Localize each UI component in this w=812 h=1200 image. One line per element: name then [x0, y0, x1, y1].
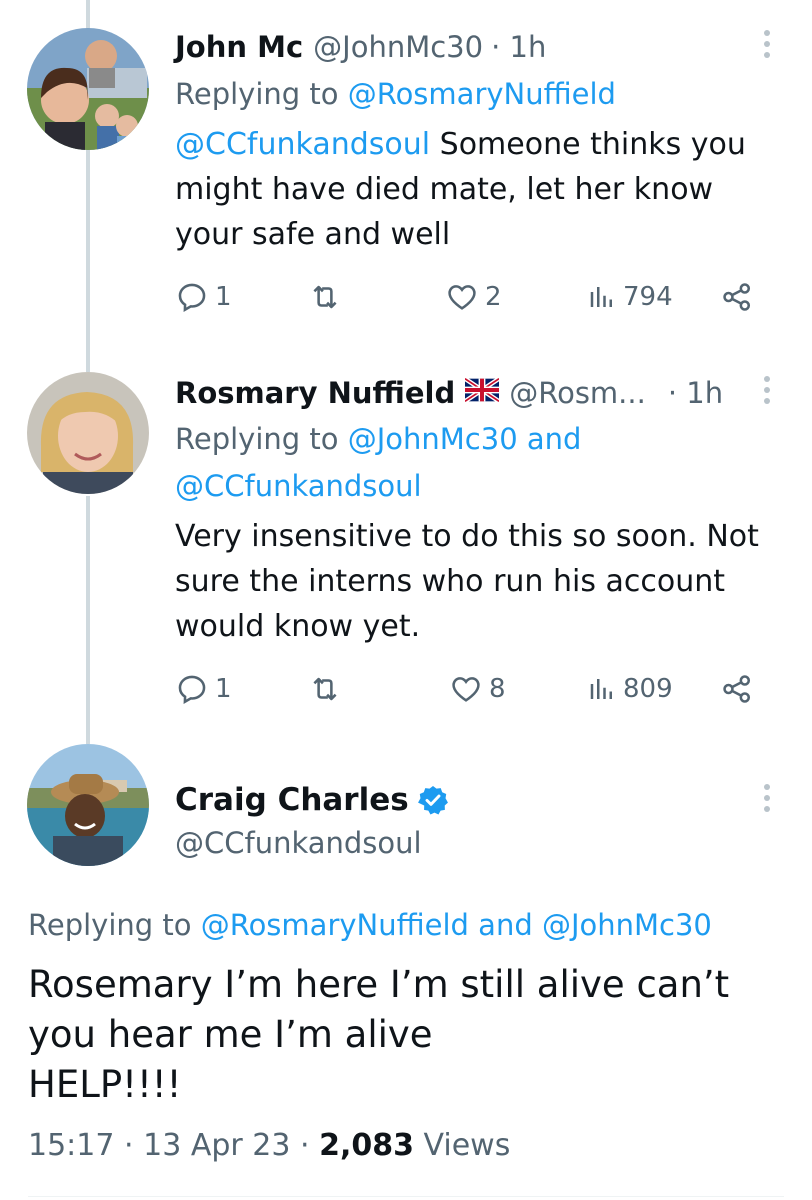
replying-link[interactable]: @RosmaryNuffield: [201, 908, 469, 942]
reply-button[interactable]: 1: [175, 280, 232, 314]
share-button[interactable]: [720, 672, 754, 706]
tweet-date[interactable]: 13 Apr 23: [143, 1128, 290, 1163]
thread-line: [86, 150, 90, 372]
views-icon: [590, 287, 612, 307]
tweet-text-line: you hear me I’m alive: [28, 1013, 433, 1056]
replying-link[interactable]: @RosmaryNuffield: [348, 77, 616, 111]
tweet-text: @CCfunkandsoul Someone thinks you might …: [175, 122, 746, 257]
replying-to-line2: @CCfunkandsoul: [175, 466, 422, 506]
replying-joiner: and: [526, 422, 582, 456]
like-count: 8: [489, 674, 506, 704]
replying-to: Replying to @JohnMc30 and: [175, 419, 581, 459]
reply-icon: [178, 675, 206, 705]
more-icon[interactable]: [762, 30, 772, 58]
share-icon: [723, 283, 751, 311]
reply-icon: [178, 283, 206, 313]
avatar[interactable]: [27, 744, 149, 866]
author-handle[interactable]: @CCfunkandsoul: [175, 826, 422, 860]
like-count: 2: [485, 282, 502, 312]
replying-joiner: and: [478, 908, 533, 942]
view-count: 794: [623, 282, 673, 312]
like-button[interactable]: 2: [445, 280, 502, 314]
author-handle[interactable]: @Rosm...: [509, 376, 646, 410]
like-button[interactable]: 8: [449, 672, 506, 706]
meta-separator: ·: [299, 1128, 310, 1163]
replying-to: Replying to @RosmaryNuffield and @JohnMc…: [28, 908, 712, 942]
views-button[interactable]: 809: [587, 672, 673, 706]
author-handle[interactable]: @JohnMc30: [313, 30, 483, 64]
avatar[interactable]: [27, 28, 149, 150]
verified-badge-icon: [417, 786, 448, 815]
tweet-actions: 1 8 809: [175, 672, 765, 712]
tweet-text-line: HELP!!!!: [28, 1063, 182, 1106]
uk-flag-icon: [465, 377, 500, 403]
views-label[interactable]: Views: [424, 1128, 511, 1163]
reply-count: 1: [215, 282, 232, 312]
tweet-text-line: sure the interns who run his account: [175, 564, 726, 599]
tweet-time[interactable]: · 1h: [491, 30, 546, 64]
tweet-text-line: your safe and well: [175, 217, 451, 252]
tweet-actions: 1 2 794: [175, 280, 765, 320]
retweet-icon: [313, 285, 337, 309]
tweet-text-line: would know yet.: [175, 609, 421, 644]
views-icon: [590, 679, 612, 699]
divider: [28, 1196, 784, 1197]
views-count: 2,083: [319, 1128, 414, 1163]
tweet-text-line: might have died mate, let her know: [175, 172, 714, 207]
tweet-text-line: Rosemary I’m here I’m still alive can’t: [28, 963, 730, 1006]
thread-line: [86, 0, 90, 30]
replying-to: Replying to @RosmaryNuffield: [175, 74, 616, 114]
replying-link[interactable]: @JohnMc30: [348, 422, 518, 456]
retweet-button[interactable]: [307, 672, 343, 706]
retweet-button[interactable]: [307, 280, 343, 314]
tweet-text-line: Someone thinks you: [439, 127, 746, 162]
author-name[interactable]: Rosmary Nuffield: [175, 376, 455, 410]
heart-icon: [448, 285, 476, 310]
tweet-text-line: Very insensitive to do this so soon. Not: [175, 519, 759, 554]
share-icon: [723, 675, 751, 703]
replying-prefix: Replying to: [28, 908, 192, 942]
more-icon[interactable]: [762, 376, 772, 404]
tweet-text: Very insensitive to do this so soon. Not…: [175, 514, 759, 649]
views-button[interactable]: 794: [587, 280, 673, 314]
share-button[interactable]: [720, 280, 754, 314]
reply-button[interactable]: 1: [175, 672, 232, 706]
retweet-icon: [313, 677, 337, 701]
replying-link[interactable]: @JohnMc30: [542, 908, 712, 942]
replying-link[interactable]: @CCfunkandsoul: [175, 469, 422, 503]
meta-separator: ·: [124, 1128, 134, 1163]
view-count: 809: [623, 674, 673, 704]
avatar[interactable]: [27, 372, 149, 494]
tweet-meta: 15:17 · 13 Apr 23 · 2,083 Views: [28, 1128, 510, 1163]
replying-prefix: Replying to: [175, 422, 339, 456]
tweet-header: Rosmary Nuffield @Rosm... · 1h: [175, 376, 723, 410]
author-name[interactable]: Craig Charles: [175, 782, 409, 818]
tweet-time[interactable]: 15:17: [28, 1128, 114, 1163]
heart-icon: [452, 677, 480, 702]
mention-link[interactable]: @CCfunkandsoul: [175, 127, 430, 162]
thread-line: [86, 496, 90, 744]
reply-count: 1: [215, 674, 232, 704]
replying-prefix: Replying to: [175, 77, 339, 111]
author-name[interactable]: John Mc: [175, 30, 303, 64]
more-icon[interactable]: [762, 784, 772, 812]
tweet-time[interactable]: · 1h: [668, 376, 723, 410]
tweet-header: John Mc @JohnMc30 · 1h: [175, 30, 546, 64]
main-author-name-row: Craig Charles: [175, 782, 449, 818]
main-tweet-text: Rosemary I’m here I’m still alive can’t …: [28, 960, 729, 1110]
